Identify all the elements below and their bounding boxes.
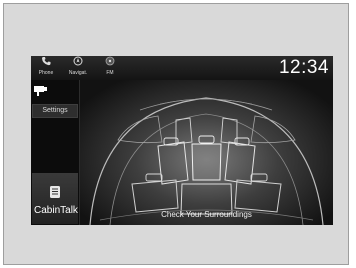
fm-label: FM [106,70,114,76]
infotainment-screen: Phone Navigat. FM 12:34 Settings CabinTa… [31,56,333,225]
status-bar: Phone Navigat. FM 12:34 [31,56,333,80]
phone-icon [35,56,57,70]
cabin-talk-button[interactable]: CabinTalk [32,173,78,224]
side-panel: Settings CabinTalk [31,80,80,225]
navigation-label: Navigat. [68,70,88,76]
navigation-button[interactable]: Navigat. [65,56,91,80]
clock: 12:34 [278,57,329,78]
check-surroundings-message: Check Your Surroundings [161,210,252,219]
rear-cabin-camera-view: Check Your Surroundings [80,80,333,225]
navigation-icon [65,56,91,70]
camera-icon[interactable] [32,83,50,96]
speaker-icon [49,185,61,199]
cabin-talk-label: CabinTalk [34,205,78,216]
phone-button[interactable]: Phone [35,56,57,80]
settings-button[interactable]: Settings [32,104,78,118]
phone-label: Phone [38,70,54,76]
fm-button[interactable]: FM [99,56,121,80]
radio-icon [99,56,121,70]
cabin-illustration [89,97,324,225]
manual-figure-frame: Phone Navigat. FM 12:34 Settings CabinTa… [3,3,349,265]
